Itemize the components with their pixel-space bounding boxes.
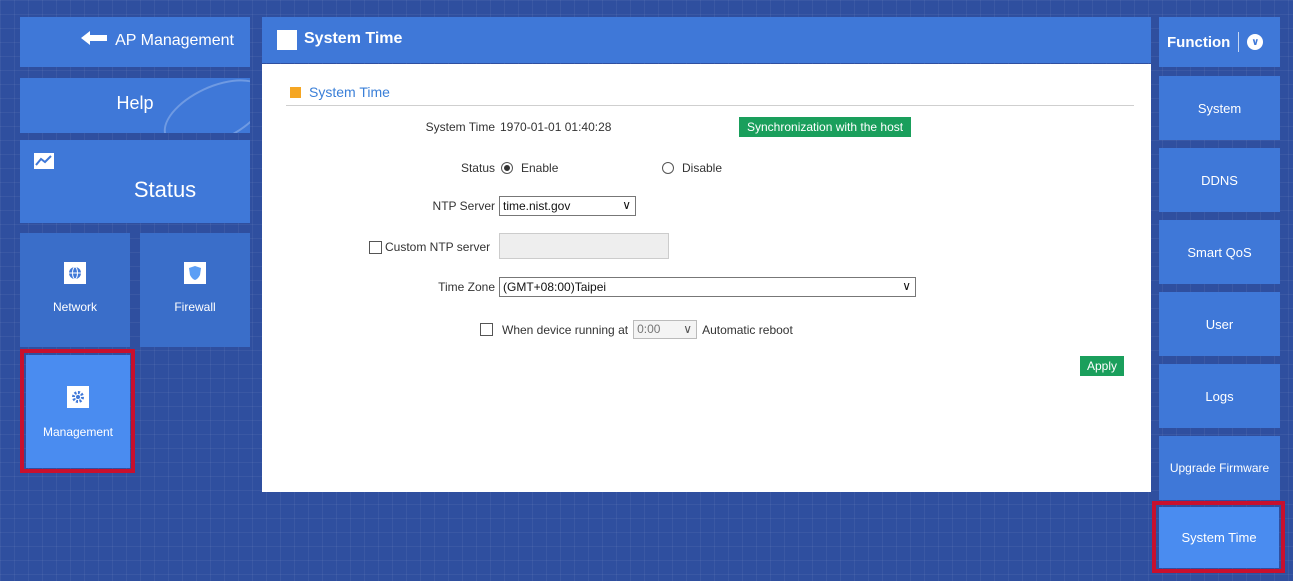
chevron-down-icon: ∨ bbox=[683, 322, 693, 336]
reboot-prefix: When device running at bbox=[502, 322, 629, 337]
status-enable-option[interactable]: Enable bbox=[501, 161, 558, 175]
ap-management-label: AP Management bbox=[115, 31, 234, 49]
function-menu-button[interactable]: Function ∨ bbox=[1159, 17, 1280, 67]
ntp-server-value: time.nist.gov bbox=[503, 199, 571, 213]
nav-item-system[interactable]: System bbox=[1159, 76, 1280, 140]
status-disable-option[interactable]: Disable bbox=[662, 161, 722, 175]
enable-radio[interactable] bbox=[501, 162, 513, 174]
timezone-label: Time Zone bbox=[438, 280, 495, 294]
page-header: System Time bbox=[262, 17, 1151, 63]
apply-button[interactable]: Apply bbox=[1080, 356, 1125, 376]
nav-item-label: User bbox=[1205, 316, 1234, 332]
section-bullet-icon bbox=[290, 86, 301, 98]
management-tile[interactable]: Management bbox=[26, 355, 130, 468]
custom-ntp-option[interactable]: Custom NTP server bbox=[369, 240, 490, 254]
nav-item-label: DDNS bbox=[1201, 172, 1238, 188]
section-title: System Time bbox=[290, 84, 390, 100]
function-separator bbox=[1238, 32, 1240, 52]
header-square-icon bbox=[277, 30, 297, 50]
custom-ntp-checkbox[interactable] bbox=[369, 240, 382, 254]
nav-item-system-time[interactable]: System Time bbox=[1159, 507, 1279, 568]
management-label: Management bbox=[42, 425, 114, 439]
timezone-value: (GMT+08:00)Taipei bbox=[503, 280, 607, 294]
help-tile[interactable]: Help bbox=[20, 78, 250, 133]
auto-reboot-checkbox[interactable] bbox=[480, 323, 493, 336]
globe-icon bbox=[64, 262, 86, 284]
network-label: Network bbox=[52, 300, 97, 314]
system-time-label: System Time bbox=[425, 120, 495, 134]
auto-reboot-row: When device running at 0:00 ∨ Automatic … bbox=[480, 320, 793, 339]
nav-item-label: Smart QoS bbox=[1187, 244, 1252, 260]
reboot-suffix: Automatic reboot bbox=[702, 322, 793, 337]
network-tile[interactable]: Network bbox=[20, 233, 130, 347]
enable-label: Enable bbox=[521, 161, 559, 175]
nav-item-user[interactable]: User bbox=[1159, 292, 1280, 356]
section-title-text: System Time bbox=[309, 84, 390, 100]
ntp-server-label: NTP Server bbox=[432, 199, 495, 213]
nav-item-label: System Time bbox=[1181, 530, 1257, 545]
trend-chart-icon bbox=[34, 153, 54, 169]
nav-item-label: Upgrade Firmware bbox=[1169, 461, 1270, 475]
back-arrow-icon bbox=[81, 31, 108, 50]
system-time-value: 1970-01-01 01:40:28 bbox=[500, 120, 612, 134]
custom-ntp-input[interactable] bbox=[499, 233, 669, 259]
shield-icon bbox=[184, 262, 206, 284]
custom-ntp-label: Custom NTP server bbox=[385, 240, 491, 254]
status-label: Status bbox=[133, 177, 197, 202]
reboot-time-value: 0:00 bbox=[637, 322, 661, 336]
gear-icon bbox=[67, 386, 89, 408]
status-tile[interactable]: Status bbox=[20, 140, 250, 223]
disable-radio[interactable] bbox=[662, 162, 674, 174]
nav-item-smart-qos[interactable]: Smart QoS bbox=[1159, 220, 1280, 284]
firewall-label: Firewall bbox=[174, 300, 216, 314]
firewall-tile[interactable]: Firewall bbox=[140, 233, 250, 347]
page-title: System Time bbox=[304, 30, 403, 47]
disable-label: Disable bbox=[682, 161, 723, 175]
chevron-down-icon: ∨ bbox=[902, 279, 911, 293]
help-label: Help bbox=[116, 93, 154, 113]
nav-item-label: Logs bbox=[1205, 388, 1234, 404]
nav-item-ddns[interactable]: DDNS bbox=[1159, 148, 1280, 212]
section-divider bbox=[286, 105, 1134, 106]
nav-item-label: System bbox=[1197, 100, 1242, 116]
nav-item-logs[interactable]: Logs bbox=[1159, 364, 1280, 428]
sync-host-button[interactable]: Synchronization with the host bbox=[739, 117, 912, 137]
ntp-server-select[interactable]: time.nist.gov ∨ bbox=[499, 196, 636, 216]
nav-item-upgrade-firmware[interactable]: Upgrade Firmware bbox=[1159, 436, 1280, 500]
ap-management-button[interactable]: AP Management bbox=[20, 17, 250, 67]
reboot-time-select[interactable]: 0:00 ∨ bbox=[633, 320, 698, 339]
status-label: Status bbox=[460, 161, 495, 175]
timezone-select[interactable]: (GMT+08:00)Taipei ∨ bbox=[499, 277, 916, 297]
chevron-down-icon: ∨ bbox=[622, 198, 631, 212]
function-label: Function bbox=[1167, 33, 1231, 51]
system-time-panel: System Time System Time 1970-01-01 01:40… bbox=[262, 64, 1151, 492]
chevron-down-icon: ∨ bbox=[1247, 34, 1264, 50]
